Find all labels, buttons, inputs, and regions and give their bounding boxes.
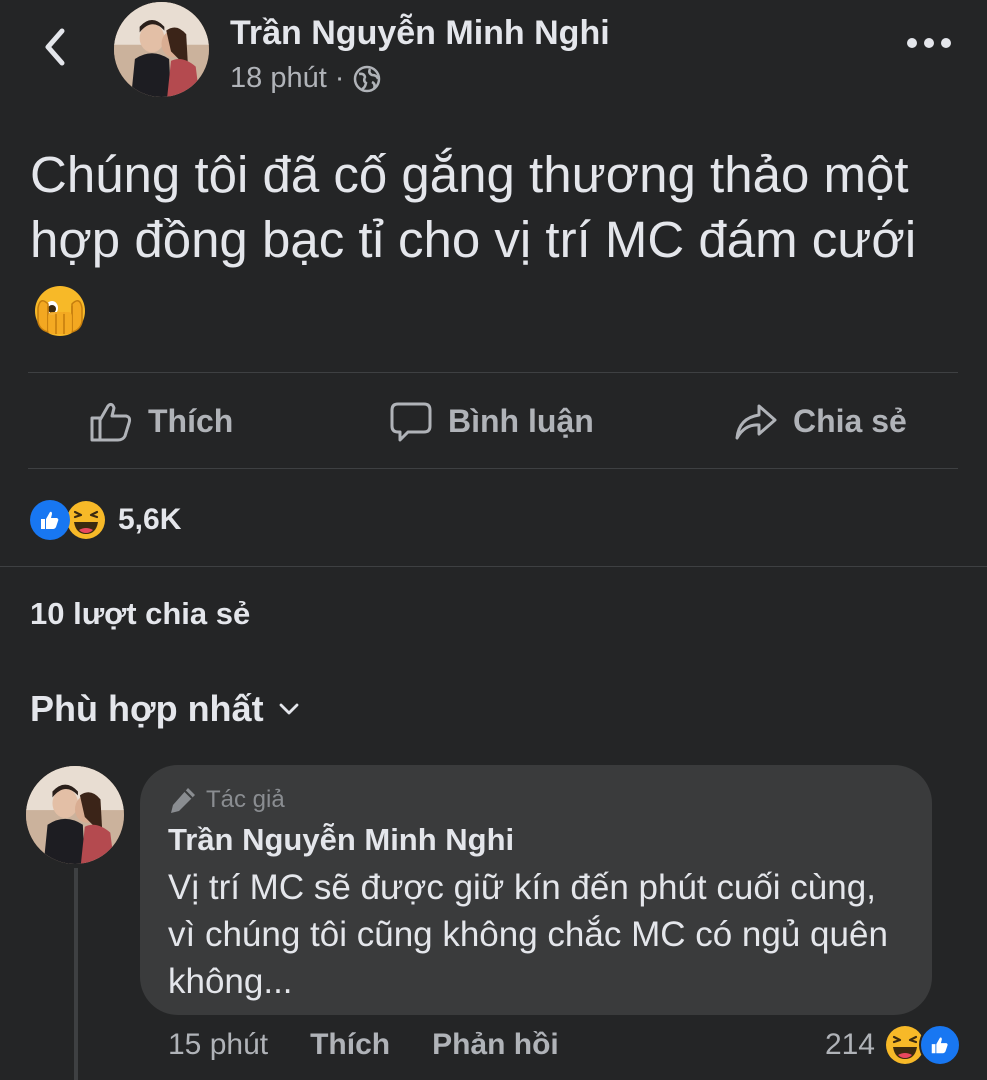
comment-label: Bình luận — [448, 402, 594, 439]
thumbs-up-icon — [90, 402, 132, 442]
thread-line — [74, 868, 78, 1080]
divider — [28, 372, 958, 373]
back-button[interactable] — [30, 22, 80, 72]
comment-time: 15 phút — [168, 1028, 269, 1061]
haha-reaction-icon — [64, 498, 108, 542]
chevron-down-icon — [279, 703, 298, 715]
reactions-summary[interactable]: 5,6K — [30, 498, 181, 542]
chevron-left-icon — [45, 28, 65, 66]
post-author-name[interactable]: Trần Nguyễn Minh Nghi — [230, 14, 610, 53]
comment-author-name[interactable]: Trần Nguyễn Minh Nghi — [168, 822, 514, 858]
reaction-count: 5,6K — [118, 503, 182, 536]
post-time[interactable]: 18 phút — [230, 62, 327, 95]
author-badge: Tác giả — [168, 785, 285, 815]
pencil-icon — [171, 788, 195, 813]
post-meta: 18 phút · — [230, 62, 382, 95]
comment-footer: 15 phút Thích Phản hồi — [168, 1028, 559, 1062]
comment-button[interactable]: Bình luận — [388, 398, 594, 444]
like-button[interactable]: Thích — [88, 398, 233, 444]
comment-reply-button[interactable]: Phản hồi — [432, 1028, 559, 1062]
badge-label: Tác giả — [206, 786, 285, 813]
sort-label: Phù hợp nhất — [30, 688, 264, 729]
commenter-avatar[interactable] — [26, 766, 124, 864]
like-reaction-icon — [919, 1024, 961, 1066]
comment-reaction-count: 214 — [824, 1028, 875, 1061]
dot-icon — [941, 38, 951, 48]
comment-text: Vị trí MC sẽ được giữ kín đến phút cuối … — [168, 868, 888, 1001]
section-divider — [0, 566, 987, 567]
comment-like-button[interactable]: Thích — [310, 1028, 390, 1062]
comment-reactions[interactable]: 214 — [825, 1024, 961, 1066]
share-arrow-icon — [735, 404, 777, 440]
meta-separator: · — [334, 62, 345, 94]
author-avatar[interactable] — [114, 2, 209, 97]
share-label: Chia sẻ — [793, 402, 907, 439]
peeking-eye-emoji-icon — [32, 282, 88, 338]
post-text: Chúng tôi đã cố gắng thương thảo một hợp… — [30, 146, 917, 268]
dot-icon — [907, 38, 917, 48]
speech-bubble-icon — [390, 402, 432, 442]
dot-icon — [924, 38, 934, 48]
globe-icon — [354, 65, 381, 92]
more-options-button[interactable] — [907, 32, 951, 54]
divider — [28, 468, 958, 469]
share-button[interactable]: Chia sẻ — [733, 398, 907, 444]
like-label: Thích — [148, 402, 234, 439]
comment-sort-dropdown[interactable]: Phù hợp nhất — [30, 688, 300, 730]
like-reaction-icon — [30, 500, 70, 540]
share-count[interactable]: 10 lượt chia sẻ — [30, 596, 250, 632]
